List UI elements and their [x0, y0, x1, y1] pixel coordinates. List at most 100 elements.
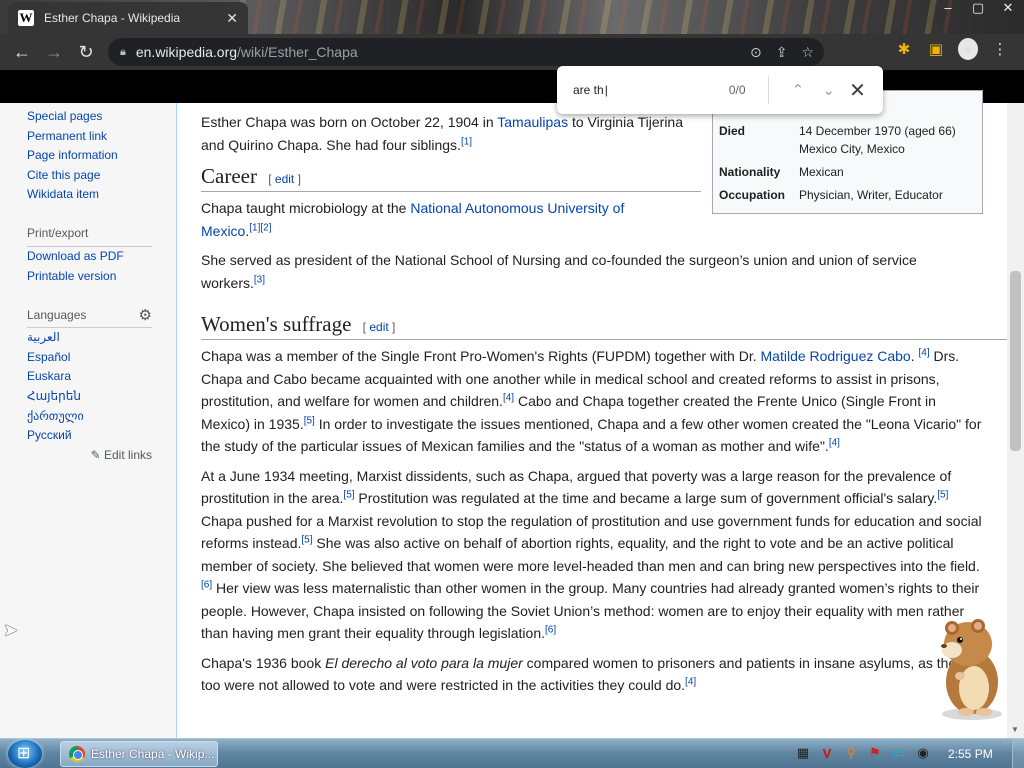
- book-title: El derecho al voto para la mujer: [325, 654, 523, 671]
- windows-taskbar: Esther Chapa - Wikip... ▦ V ⚲ ⚑ ▭ ◉ 2:55…: [0, 738, 1024, 768]
- scroll-down-arrow-icon[interactable]: ▼: [1011, 725, 1019, 734]
- taskbar-clock[interactable]: 2:55 PM: [948, 747, 993, 761]
- find-next-icon[interactable]: ⌄: [813, 81, 844, 99]
- scrollbar-thumb[interactable]: [1010, 271, 1021, 451]
- show-desktop-button[interactable]: [1012, 739, 1024, 768]
- ref-6[interactable]: [6]: [545, 624, 556, 635]
- find-input[interactable]: are th: [573, 83, 717, 97]
- sidebar-lang-basque[interactable]: Euskara: [27, 367, 176, 387]
- sidebar-lang-arabic[interactable]: العربية: [27, 328, 176, 348]
- sidebar-link-wikidata-item[interactable]: Wikidata item: [27, 185, 176, 205]
- extensions-icon[interactable]: ✱: [894, 40, 914, 58]
- edit-link[interactable]: edit: [275, 172, 294, 186]
- section-heading-suffrage: Women's suffrage [ edit ]: [201, 312, 1007, 340]
- lock-icon[interactable]: 🔒︎: [120, 46, 126, 59]
- find-match-count: 0/0: [728, 83, 746, 97]
- text: Chapa was a member of the Single Front P…: [201, 348, 761, 364]
- infobox-value: 14 December 1970 (aged 66) Mexico City, …: [799, 124, 956, 156]
- sidebar-link-download-pdf[interactable]: Download as PDF: [27, 247, 176, 267]
- menu-icon[interactable]: ⋮: [990, 40, 1010, 58]
- text: Her view was less maternalistic than oth…: [201, 580, 980, 641]
- tray-network-icon[interactable]: ▦: [795, 745, 811, 761]
- mouse-cursor-icon: ➤: [3, 620, 19, 640]
- find-separator: [767, 76, 769, 104]
- sidepanel-icon[interactable]: ▣: [926, 40, 946, 58]
- edit-section-suffrage[interactable]: [ edit ]: [363, 320, 396, 334]
- text: In order to investigate the issues menti…: [201, 415, 982, 455]
- tray-volume-icon[interactable]: ◉: [915, 745, 931, 761]
- sidebar-link-page-information[interactable]: Page information: [27, 146, 176, 166]
- ref-4[interactable]: [4]: [829, 437, 840, 448]
- edit-links-button[interactable]: ✎ Edit links: [27, 448, 152, 462]
- window-controls: – ▢ ✕: [940, 0, 1016, 16]
- ref-1-2[interactable]: [1][2]: [249, 222, 271, 233]
- tray-monitor-icon[interactable]: ▭: [891, 745, 907, 761]
- chrome-icon: [69, 746, 85, 762]
- zoom-icon[interactable]: ⊙: [750, 44, 762, 61]
- taskbar-item-chrome[interactable]: Esther Chapa - Wikip...: [60, 741, 218, 767]
- ref-6[interactable]: [6]: [201, 579, 212, 590]
- ref-5[interactable]: [5]: [304, 415, 315, 426]
- start-button[interactable]: [8, 740, 42, 768]
- tray-search-icon[interactable]: ⚲: [843, 745, 859, 761]
- infobox-label: Nationality: [719, 165, 781, 179]
- tray-antivirus-icon[interactable]: V: [819, 745, 835, 761]
- profile-icon[interactable]: ●: [958, 38, 978, 60]
- text: Prostitution was regulated at the time a…: [354, 490, 938, 506]
- sidebar-heading-print: Print/export: [27, 225, 152, 247]
- tab-title: Esther Chapa - Wikipedia: [44, 11, 181, 25]
- find-previous-icon[interactable]: ⌃: [783, 81, 814, 99]
- infobox-value: Mexican: [799, 165, 844, 179]
- reload-icon[interactable]: ↻: [70, 36, 102, 68]
- link-matilde-rodriguez-cabo[interactable]: Matilde Rodriguez Cabo: [761, 348, 911, 364]
- ref-4[interactable]: [4]: [503, 392, 514, 403]
- forward-arrow-icon[interactable]: →: [38, 36, 70, 68]
- suffrage-heading-text: Women's suffrage: [201, 312, 352, 336]
- ref-5[interactable]: [5]: [343, 489, 354, 500]
- sidebar-link-special-pages[interactable]: Special pages: [27, 107, 176, 127]
- ref-4[interactable]: [4]: [919, 347, 930, 358]
- text: Chapa taught microbiology at the: [201, 200, 411, 216]
- minimize-icon[interactable]: –: [940, 0, 956, 16]
- intro-paragraph: Esther Chapa was born on October 22, 190…: [201, 111, 691, 156]
- infobox-row-died: Died 14 December 1970 (aged 66) Mexico C…: [719, 122, 976, 158]
- tray-flag-icon[interactable]: ⚑: [867, 745, 883, 761]
- share-icon[interactable]: ⇪: [776, 44, 788, 61]
- sidebar-lang-armenian[interactable]: Հայերեն: [27, 387, 176, 407]
- sidebar-lang-russian[interactable]: Русский: [27, 426, 176, 446]
- browser-tab[interactable]: W Esther Chapa - Wikipedia ✕: [8, 2, 248, 34]
- find-close-icon[interactable]: ✕: [846, 78, 869, 103]
- text: She served as president of the National …: [201, 252, 917, 291]
- edit-link[interactable]: edit: [369, 320, 388, 334]
- address-bar[interactable]: 🔒︎ en.wikipedia.org /wiki/Esther_Chapa ⊙…: [108, 38, 824, 66]
- wikipedia-favicon-icon: W: [18, 10, 34, 26]
- career-paragraph-2: She served as president of the National …: [201, 249, 941, 294]
- ref-5[interactable]: [5]: [301, 534, 312, 545]
- print-heading-label: Print/export: [27, 226, 89, 241]
- ref-4[interactable]: [4]: [685, 676, 696, 687]
- window-close-icon[interactable]: ✕: [1000, 0, 1016, 16]
- tab-close-icon[interactable]: ✕: [226, 10, 238, 27]
- ref-3[interactable]: [3]: [254, 274, 265, 285]
- sidebar-heading-languages: Languages ⚙: [27, 306, 152, 329]
- sidebar-link-printable-version[interactable]: Printable version: [27, 267, 176, 287]
- text: Chapa's 1936 book: [201, 654, 326, 671]
- edit-section-career[interactable]: [ edit ]: [268, 172, 301, 186]
- sidebar-lang-georgian[interactable]: ქართული: [27, 407, 176, 427]
- sidebar-link-cite-this-page[interactable]: Cite this page: [27, 166, 176, 186]
- url-domain: en.wikipedia.org: [135, 44, 238, 60]
- star-icon[interactable]: ☆: [801, 44, 814, 61]
- url-path: /wiki/Esther_Chapa: [237, 44, 358, 60]
- taskbar-item-label: Esther Chapa - Wikip...: [91, 747, 215, 761]
- ref-1[interactable]: [1]: [461, 136, 472, 147]
- edit-links-label: Edit links: [103, 447, 152, 462]
- back-arrow-icon[interactable]: ←: [6, 36, 38, 68]
- ref-5[interactable]: [5]: [937, 489, 948, 500]
- gear-icon[interactable]: ⚙: [139, 306, 152, 324]
- link-tamaulipas[interactable]: Tamaulipas: [497, 114, 568, 130]
- maximize-icon[interactable]: ▢: [970, 0, 986, 16]
- wiki-sidebar: Special pages Permanent link Page inform…: [0, 103, 177, 738]
- infobox-label: Died: [719, 124, 746, 138]
- sidebar-lang-spanish[interactable]: Español: [27, 348, 176, 368]
- sidebar-link-permanent-link[interactable]: Permanent link: [27, 127, 176, 147]
